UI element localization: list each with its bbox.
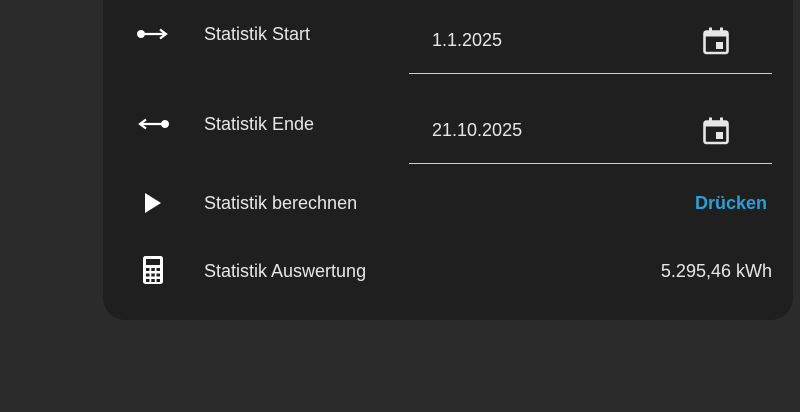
statistik-ende-date-value[interactable]: 21.10.2025 (432, 120, 522, 141)
statistik-start-label: Statistik Start (204, 24, 311, 44)
statistik-auswertung-value: 5.295,46 kWh (660, 261, 772, 281)
druecken-button[interactable]: Drücken (695, 193, 767, 214)
arrow-right-dot-icon (133, 14, 173, 54)
calendar-icon[interactable] (700, 115, 732, 147)
statistics-card: Statistik Start 1.1.2025 Statistik Ende … (103, 0, 793, 320)
statistik-start-date-field[interactable]: 1.1.2025 (409, 0, 772, 74)
arrow-left-dot-icon (133, 104, 173, 144)
statistik-ende-date-field[interactable]: 21.10.2025 (409, 89, 772, 164)
play-icon (133, 183, 173, 223)
statistik-berechnen-label: Statistik berechnen (204, 193, 358, 213)
calculator-icon (133, 250, 173, 290)
statistik-start-date-value[interactable]: 1.1.2025 (432, 30, 502, 51)
statistik-auswertung-label: Statistik Auswertung (204, 261, 367, 281)
calendar-icon[interactable] (700, 25, 732, 57)
statistik-ende-label: Statistik Ende (204, 114, 315, 134)
